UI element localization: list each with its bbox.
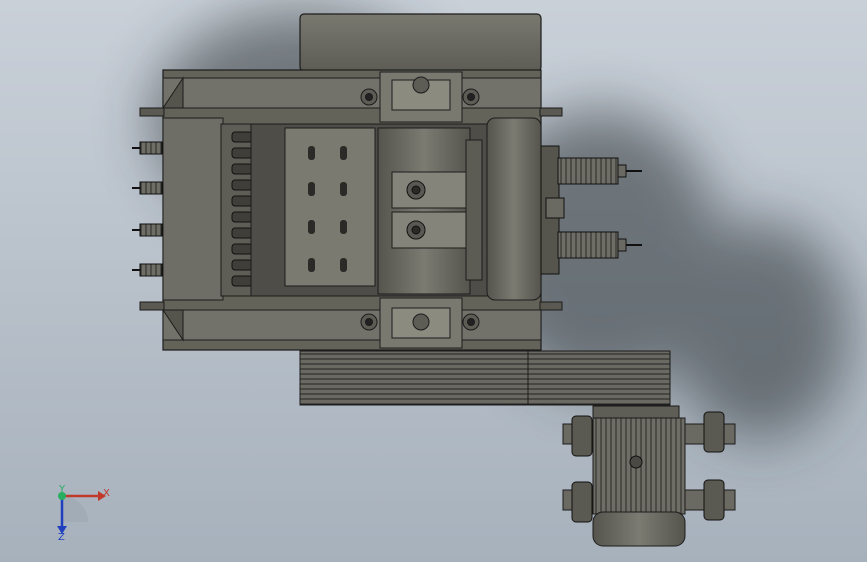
z-axis-label: Z [58,532,65,543]
roll-crusher-model [132,10,850,547]
left-adjust-springs [132,141,163,277]
main-sheave [299,350,541,406]
motor-terminal [629,455,643,469]
frame-bottom-rail [162,309,542,341]
motor-fan-cover [592,511,686,547]
frame-top-rail [162,77,542,109]
flywheel-top [299,13,542,72]
roller-body [377,127,471,295]
roller-shaft [465,139,483,281]
cad-viewport[interactable]: X Y Z [0,0,867,562]
left-jaw-frame [162,117,224,301]
belt-run [527,350,671,406]
x-axis-label: X [103,488,110,499]
liner-plate [284,127,376,287]
right-housing [486,117,542,301]
orientation-triad: X Y Z [57,484,110,543]
y-axis-label: Y [58,484,66,495]
